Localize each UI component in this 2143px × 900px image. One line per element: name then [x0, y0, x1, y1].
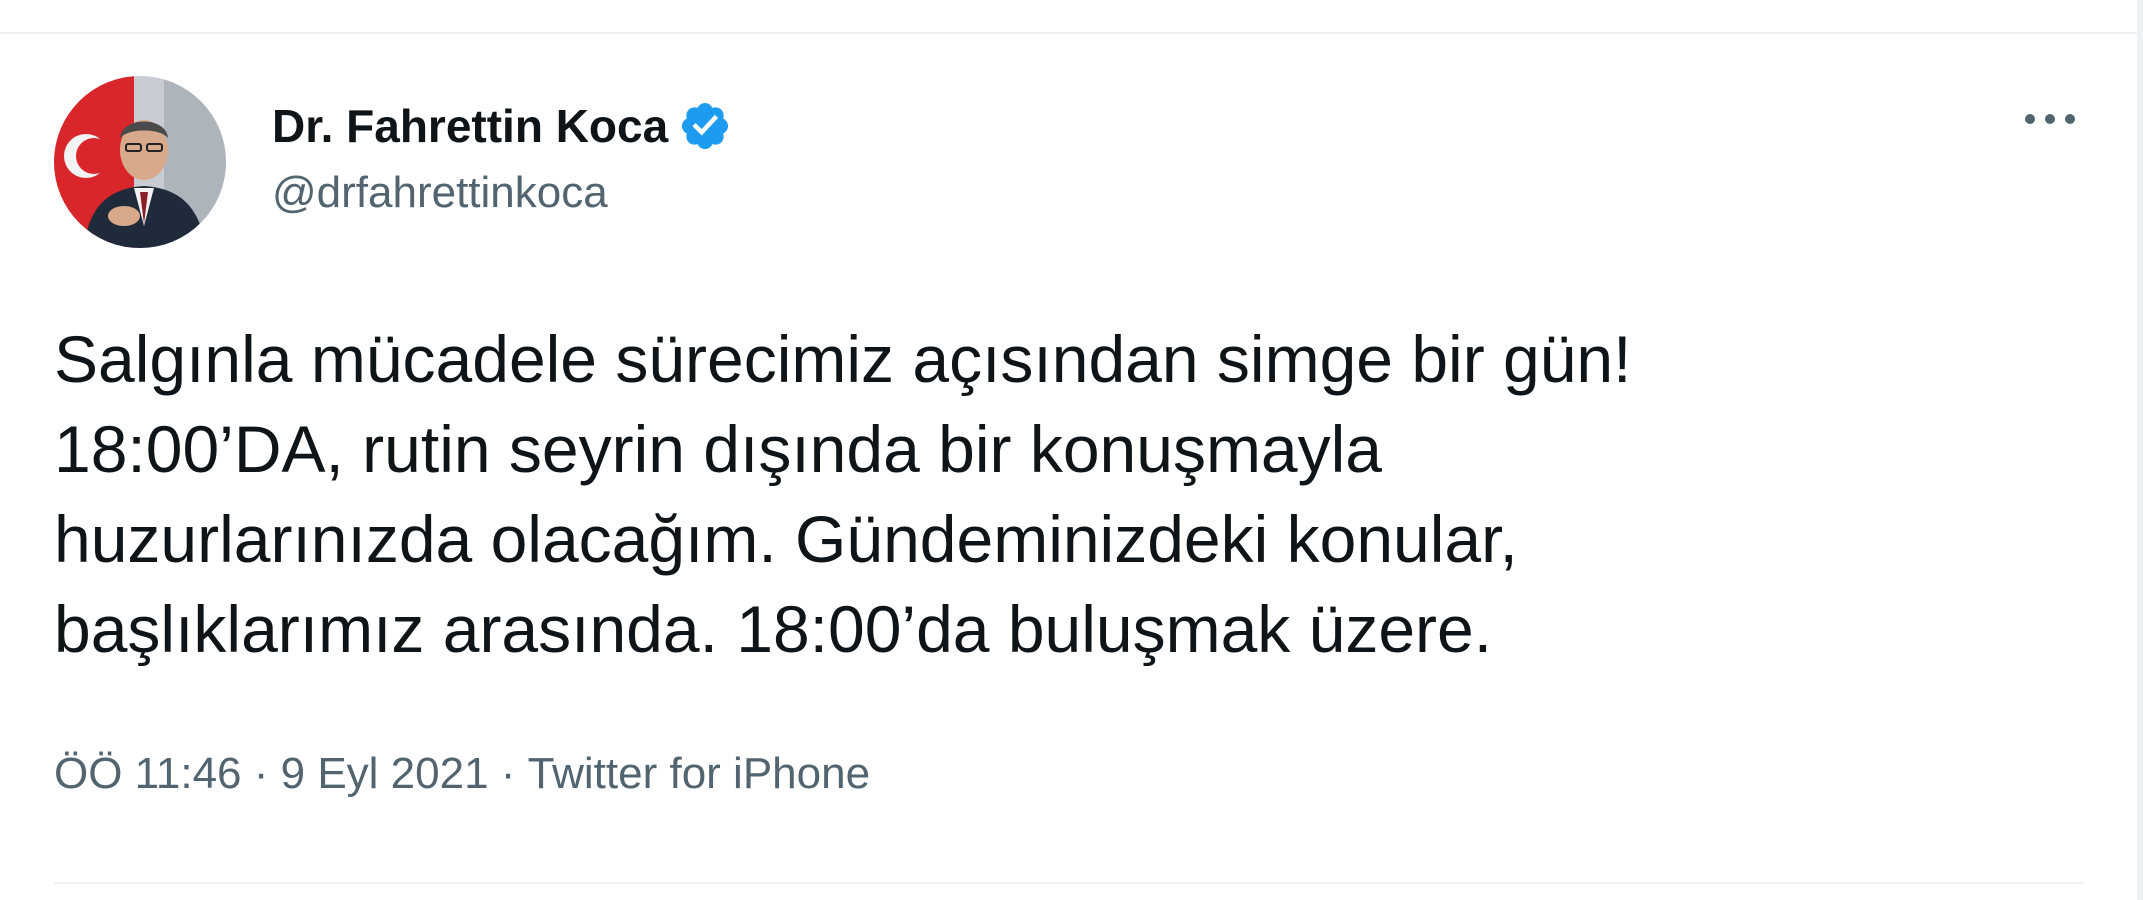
author-handle[interactable]: @drfahrettinkoca	[272, 168, 608, 218]
more-options-icon[interactable]	[2010, 94, 2090, 144]
meta-separator: ·	[488, 749, 528, 798]
tweet-card: Dr. Fahrettin Koca @drfahrettinkoca Salg…	[0, 34, 2137, 900]
author-name-row: Dr. Fahrettin Koca	[272, 96, 732, 156]
tweet-text: Salgınla mücadele sürecimiz açısından si…	[54, 322, 1632, 666]
meta-separator: ·	[241, 749, 281, 798]
right-edge-border	[2137, 0, 2143, 900]
tweet-date[interactable]: 9 Eyl 2021	[281, 749, 489, 799]
verified-badge-icon	[678, 99, 732, 153]
tweet-metadata: ÖÖ 11:46 · 9 Eyl 2021 · Twitter for iPho…	[54, 749, 870, 799]
author-avatar[interactable]	[54, 76, 226, 248]
tweet-time[interactable]: ÖÖ 11:46	[54, 749, 242, 799]
top-divider-band	[0, 0, 2143, 34]
tweet-source[interactable]: Twitter for iPhone	[528, 749, 870, 799]
author-display-name[interactable]: Dr. Fahrettin Koca	[272, 99, 668, 153]
profile-photo	[54, 76, 226, 248]
bottom-divider	[54, 882, 2084, 884]
